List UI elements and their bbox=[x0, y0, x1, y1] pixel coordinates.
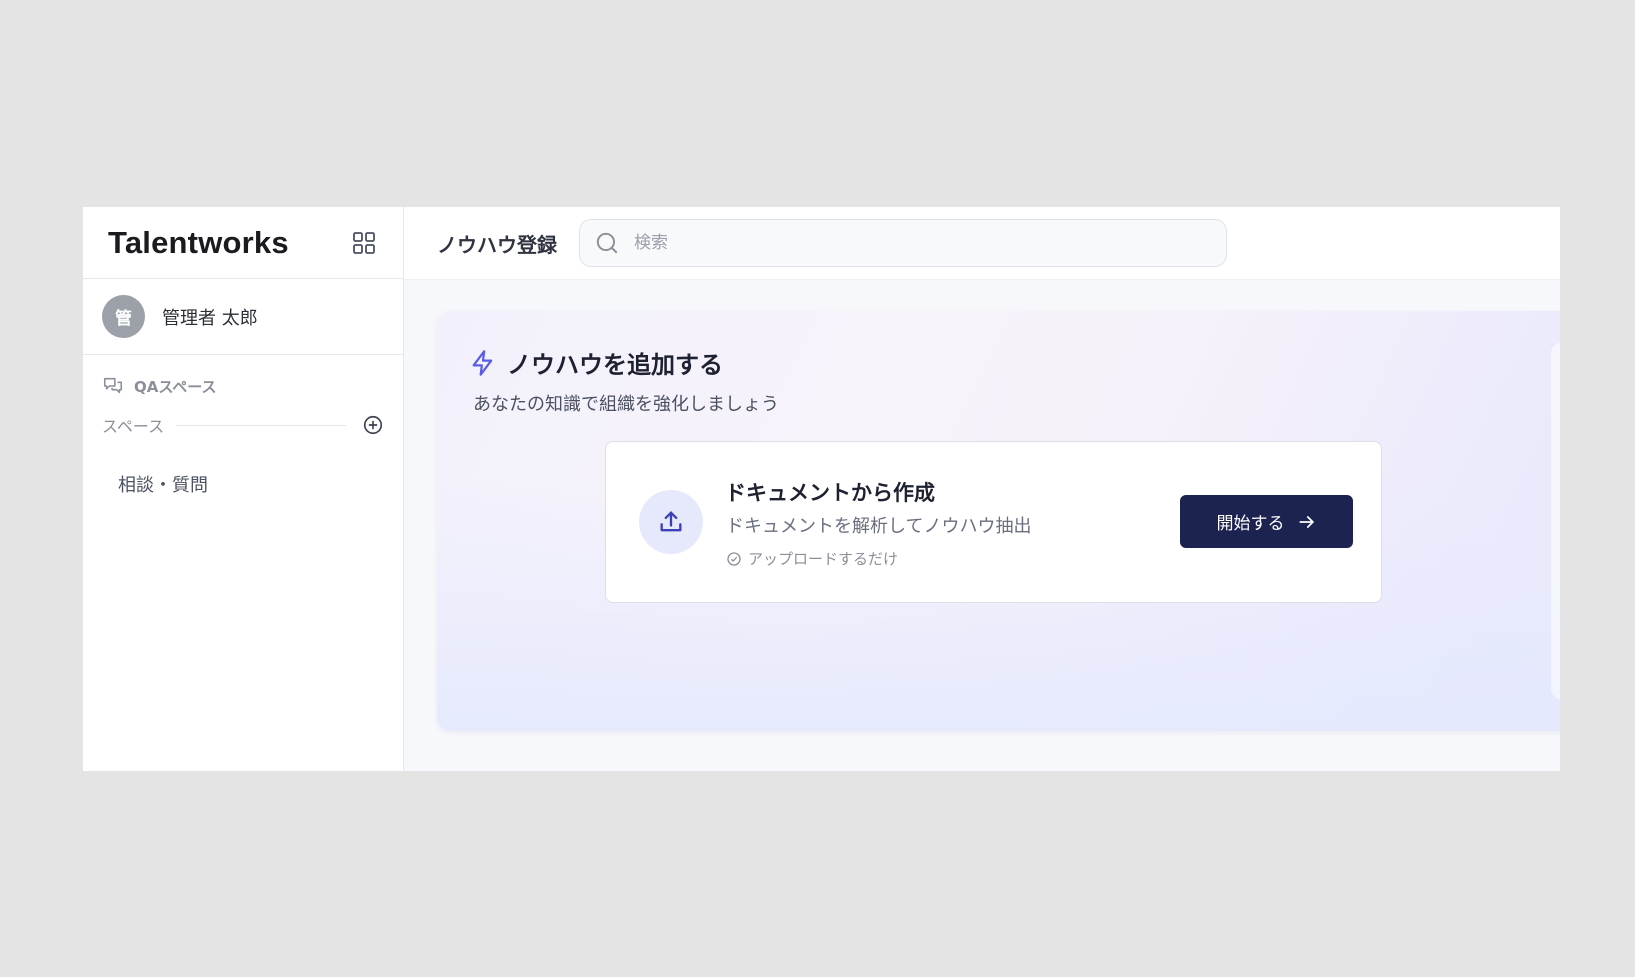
search-box[interactable] bbox=[579, 219, 1227, 267]
card-note: アップロードするだけ bbox=[726, 548, 898, 569]
qa-section-header: QAスペース bbox=[83, 355, 403, 397]
create-from-document-card[interactable]: ドキュメントから作成 ドキュメントを解析してノウハウ抽出 アップロードするだけ … bbox=[605, 441, 1382, 603]
app-grid-icon[interactable] bbox=[351, 230, 377, 256]
add-space-icon[interactable] bbox=[362, 414, 384, 436]
start-button[interactable]: 開始する bbox=[1180, 495, 1353, 548]
avatar: 管 bbox=[102, 295, 145, 338]
card-note-text: アップロードするだけ bbox=[748, 550, 899, 568]
card-description: ドキュメントを解析してノウハウ抽出 bbox=[726, 516, 1032, 537]
top-bar: ノウハウ登録 bbox=[404, 207, 1560, 280]
user-profile[interactable]: 管 管理者 太郎 bbox=[83, 279, 403, 355]
sidebar: Talentworks 管 管理者 太郎 QAスペース スペース 相談・質問 bbox=[83, 207, 404, 771]
arrow-right-icon bbox=[1297, 512, 1317, 532]
divider bbox=[176, 424, 346, 426]
chat-bubbles-icon bbox=[102, 375, 124, 397]
hero-title: ノウハウを追加する bbox=[507, 351, 723, 379]
upload-icon bbox=[639, 490, 703, 554]
sidebar-item-consultation[interactable]: 相談・質問 bbox=[83, 471, 403, 497]
check-circle-icon bbox=[726, 551, 742, 567]
hero-header: ノウハウを追加する bbox=[469, 345, 723, 380]
search-input[interactable] bbox=[632, 232, 1212, 254]
page-title: ノウハウ登録 bbox=[437, 232, 557, 257]
user-name: 管理者 太郎 bbox=[162, 307, 258, 329]
start-button-label: 開始する bbox=[1216, 514, 1285, 534]
side-panel-peek bbox=[1551, 343, 1560, 699]
lightning-icon bbox=[469, 349, 497, 377]
card-title: ドキュメントから作成 bbox=[725, 481, 935, 505]
qa-section-label: QAスペース bbox=[134, 377, 217, 396]
spaces-header: スペース bbox=[83, 397, 403, 437]
brand-row: Talentworks bbox=[83, 207, 403, 279]
spaces-label: スペース bbox=[102, 417, 165, 436]
search-icon bbox=[594, 230, 620, 256]
brand-logo[interactable]: Talentworks bbox=[108, 225, 289, 261]
add-knowhow-panel: ノウハウを追加する あなたの知識で組織を強化しましょう ドキュメントから作成 ド… bbox=[437, 311, 1560, 731]
app-window: Talentworks 管 管理者 太郎 QAスペース スペース 相談・質問 ノ… bbox=[83, 207, 1560, 771]
hero-subtitle: あなたの知識で組織を強化しましょう bbox=[473, 394, 779, 415]
